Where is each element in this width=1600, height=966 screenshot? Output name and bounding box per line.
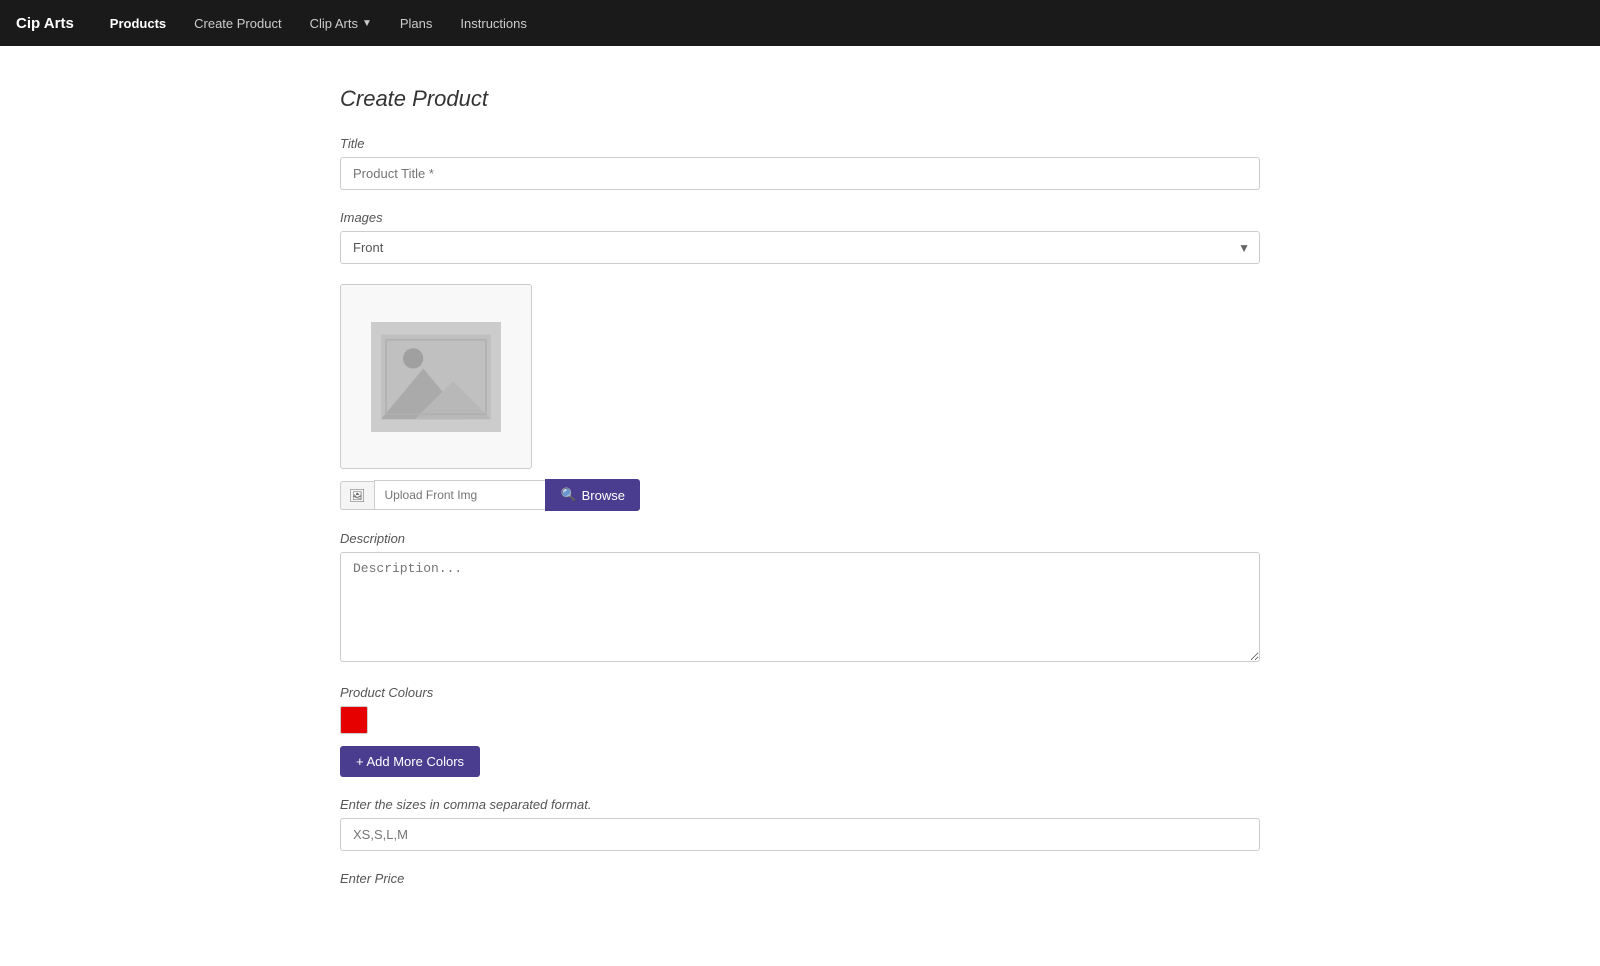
product-colours-group: Product Colours + Add More Colors [340, 685, 1260, 777]
clip-arts-dropdown-arrow: ▼ [362, 18, 372, 29]
price-label: Enter Price [340, 871, 1260, 886]
images-group: Images Front Back Left Right ▼ [340, 210, 1260, 264]
nav-item-clip-arts[interactable]: Clip Arts ▼ [298, 10, 384, 37]
image-placeholder-icon [381, 332, 491, 422]
title-label: Title [340, 136, 1260, 151]
product-colours-label: Product Colours [340, 685, 1260, 700]
page-title: Create Product [340, 86, 1260, 112]
description-label: Description [340, 531, 1260, 546]
file-upload-icon: 🖼 [340, 481, 374, 510]
title-group: Title [340, 136, 1260, 190]
add-colors-button[interactable]: + Add More Colors [340, 746, 480, 777]
sizes-label: Enter the sizes in comma separated forma… [340, 797, 1260, 812]
nav-item-create-product[interactable]: Create Product [182, 10, 293, 37]
price-group: Enter Price [340, 871, 1260, 886]
browse-button[interactable]: 🔍 Browse [545, 479, 640, 511]
image-preview-container [340, 284, 532, 469]
image-placeholder [371, 322, 501, 432]
images-label: Images [340, 210, 1260, 225]
images-select-wrapper: Front Back Left Right ▼ [340, 231, 1260, 264]
navbar: Cip Arts Products Create Product Clip Ar… [0, 0, 1600, 46]
color-swatch-red[interactable] [340, 706, 368, 734]
sizes-input[interactable] [340, 818, 1260, 851]
nav-items: Products Create Product Clip Arts ▼ Plan… [98, 10, 539, 37]
nav-item-products[interactable]: Products [98, 10, 178, 37]
brand-logo[interactable]: Cip Arts [16, 15, 74, 32]
images-select[interactable]: Front Back Left Right [340, 231, 1260, 264]
sizes-group: Enter the sizes in comma separated forma… [340, 797, 1260, 851]
nav-item-plans[interactable]: Plans [388, 10, 445, 37]
description-group: Description [340, 531, 1260, 665]
file-upload-row: 🖼 🔍 Browse [340, 479, 640, 511]
description-textarea[interactable] [340, 552, 1260, 662]
browse-search-icon: 🔍 [560, 487, 576, 503]
main-content: Create Product Title Images Front Back L… [320, 46, 1280, 966]
file-upload-input[interactable] [374, 480, 546, 510]
title-input[interactable] [340, 157, 1260, 190]
nav-item-instructions[interactable]: Instructions [448, 10, 538, 37]
